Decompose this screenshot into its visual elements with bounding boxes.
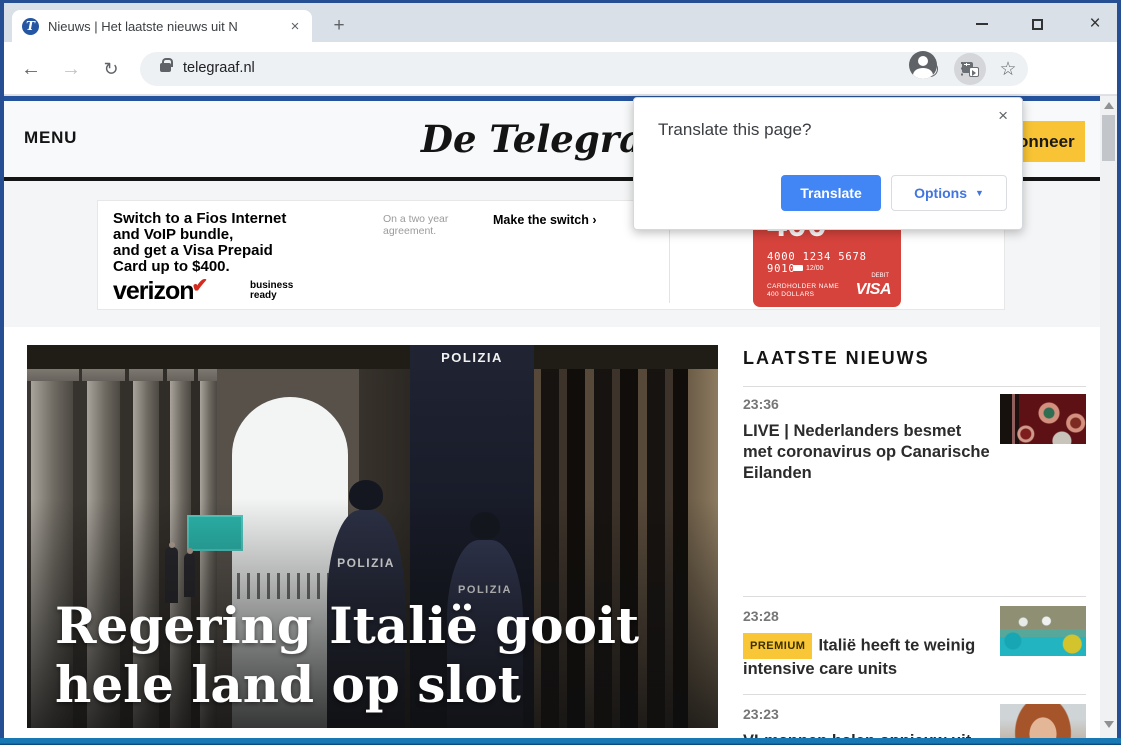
photo-ceiling [27, 345, 718, 369]
profile-avatar[interactable] [909, 51, 937, 79]
sidebar-divider [743, 386, 1086, 387]
maximize-icon [1032, 19, 1043, 30]
translate-button[interactable]: Translate [781, 175, 881, 211]
news-title[interactable]: PREMIUMItalië heeft te weinig intensive … [743, 633, 993, 680]
card-number: 4000 1234 5678 9010 [767, 251, 901, 275]
news-item[interactable]: 23:23 VI-mannen halen opnieuw uit naar O… [743, 706, 1086, 738]
news-thumbnail[interactable] [1000, 606, 1086, 656]
scrollbar-thumb[interactable] [1102, 115, 1115, 161]
sidebar-divider [743, 694, 1086, 695]
page-scrollbar[interactable] [1100, 96, 1117, 738]
url-text[interactable]: telegraaf.nl [183, 60, 255, 76]
options-button[interactable]: Options ▼ [891, 175, 1007, 211]
minimize-icon [976, 23, 988, 25]
card-holder: CARDHOLDER NAME 400 DOLLARS [767, 283, 839, 299]
sidebar-title: LAATSTE NIEUWS [743, 348, 1086, 369]
browser-tab[interactable]: T Nieuws | Het laatste nieuws uit N × [12, 10, 312, 42]
browser-menu-icon[interactable]: ⋮ [950, 54, 974, 84]
news-thumbnail[interactable] [1000, 704, 1086, 738]
window-close-button[interactable]: × [1081, 13, 1109, 35]
popup-close-icon[interactable]: × [998, 106, 1008, 126]
news-thumbnail[interactable] [1000, 394, 1086, 444]
latest-news-sidebar: LAATSTE NIEUWS 23:36 LIVE | Nederlanders… [743, 348, 1086, 369]
sidebar-divider [743, 596, 1086, 597]
translate-popup: Translate this page? × Translate Options… [633, 97, 1023, 230]
tab-close-icon[interactable]: × [286, 18, 304, 35]
verizon-business-ready-label: business ready [250, 281, 293, 301]
news-title[interactable]: LIVE | Nederlanders besmet met coronavir… [743, 421, 993, 484]
verizon-check-icon: ✔ [192, 275, 208, 297]
window-border-left [0, 0, 4, 745]
polizia-label: POLIZIA [410, 350, 534, 365]
verizon-logo: verizon✔ [113, 277, 209, 306]
browser-window: T Nieuws | Het laatste nieuws uit N × + … [0, 0, 1121, 745]
news-item[interactable]: 23:28 PREMIUMItalië heeft te weinig inte… [743, 608, 1086, 680]
tab-favicon-icon: T [22, 18, 39, 35]
window-border-bottom [0, 738, 1121, 745]
hero-article[interactable]: POLIZIA POLIZIA POLIZIA Regering Italië … [27, 345, 718, 728]
back-button[interactable]: ← [16, 54, 46, 84]
window-border-top [0, 0, 1121, 3]
new-tab-button[interactable]: + [326, 14, 352, 40]
translate-popup-title: Translate this page? [658, 120, 811, 140]
window-maximize-button[interactable] [1023, 13, 1051, 35]
forward-button[interactable]: → [56, 54, 86, 84]
ad-headline: Switch to a Fios Internet and VoIP bundl… [113, 211, 286, 275]
tab-strip: T Nieuws | Het laatste nieuws uit N × + … [4, 3, 1117, 42]
tab-title: Nieuws | Het laatste nieuws uit N [48, 19, 286, 34]
premium-badge: PREMIUM [743, 633, 812, 659]
hero-headline[interactable]: Regering Italië gooit hele land op slot [55, 597, 639, 714]
news-title[interactable]: VI-mannen halen opnieuw uit naar Olcay G… [743, 731, 993, 738]
card-expiry: 12/00 [793, 265, 824, 272]
ad-disclaimer: On a two year agreement. [383, 213, 448, 237]
ad-cta-link[interactable]: Make the switch › [493, 213, 597, 227]
scroll-down-arrow-icon[interactable] [1104, 721, 1114, 728]
visa-logo: VISA [856, 281, 891, 299]
window-minimize-button[interactable] [968, 13, 996, 35]
lock-icon[interactable] [160, 63, 171, 72]
caret-down-icon: ▼ [975, 188, 984, 198]
card-chip-icon [793, 265, 803, 271]
tab-title-fade [258, 19, 288, 39]
bookmark-star-icon[interactable]: ☆ [996, 57, 1020, 81]
window-border-right [1117, 0, 1121, 745]
reload-button[interactable]: ↻ [96, 54, 126, 84]
chevron-right-icon: › [592, 213, 596, 227]
card-type-label: DEBIT [871, 273, 889, 279]
address-bar[interactable]: telegraaf.nl ☆ [140, 52, 1028, 86]
scroll-up-arrow-icon[interactable] [1104, 102, 1114, 109]
news-item[interactable]: 23:36 LIVE | Nederlanders besmet met cor… [743, 396, 1086, 484]
browser-toolbar: ← → ↻ telegraaf.nl ☆ ⋮ [4, 42, 1117, 95]
